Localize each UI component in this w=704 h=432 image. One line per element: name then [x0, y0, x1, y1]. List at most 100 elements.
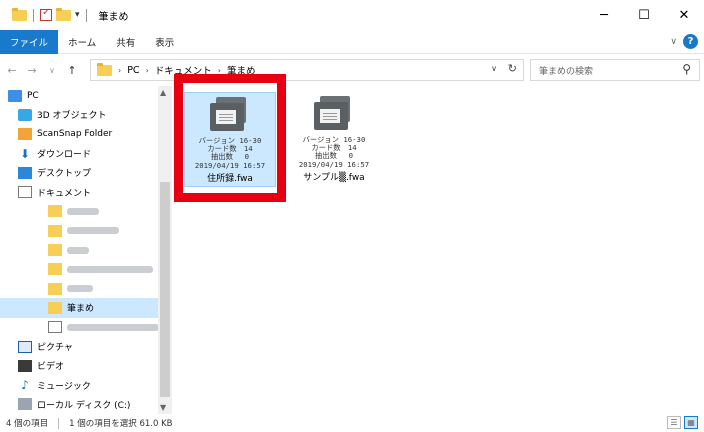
up-arrow-icon[interactable]: ↑ — [64, 64, 80, 77]
selection-info: 1 個の項目を選択 61.0 KB — [69, 419, 173, 429]
scroll-down-icon[interactable]: ▼ — [160, 403, 166, 412]
minimize-button[interactable]: ─ — [584, 0, 624, 30]
folder-icon — [48, 263, 62, 276]
nav-item-folder-blurred[interactable] — [0, 240, 174, 259]
large-icons-view-icon[interactable]: ▦ — [684, 416, 698, 429]
tab-file[interactable]: ファイル — [0, 29, 59, 54]
nav-item-folder-blurred[interactable] — [0, 260, 174, 279]
nav-item-pictures[interactable]: ピクチャ — [0, 337, 174, 356]
breadcrumb-pc[interactable]: PC — [127, 65, 139, 76]
nav-item-label: ピクチャ — [37, 343, 73, 353]
nav-item-folder-blurred[interactable] — [0, 202, 174, 221]
nav-item-label: ビデオ — [37, 362, 65, 373]
expand-ribbon-icon[interactable]: ∨ — [670, 37, 677, 47]
chevron-right-icon[interactable]: › — [118, 66, 121, 75]
blurred-label — [67, 207, 99, 215]
folder-icon — [48, 224, 62, 237]
recent-locations-icon[interactable]: ∨ — [44, 66, 60, 75]
nav-item-fudemame[interactable]: 筆まめ — [0, 298, 158, 318]
title-bar: ▾ 筆まめ ─ ☐ ✕ — [0, 0, 704, 30]
nav-item-downloads[interactable]: ⬇ ダウンロード — [0, 144, 174, 163]
close-button[interactable]: ✕ — [664, 0, 704, 30]
folder-icon — [12, 7, 27, 21]
navigation-pane: PC 3D オブジェクト ScanSnap Folder ⬇ ダウンロード デス… — [0, 86, 174, 414]
chevron-right-icon[interactable]: › — [146, 66, 149, 75]
ribbon-tabs: ファイル ホーム 共有 表示 ∨ ? — [0, 29, 704, 54]
nav-item-label: ダウンロード — [37, 150, 92, 161]
navigation-scrollbar[interactable]: ▲ ▼ — [158, 86, 172, 414]
window-title: 筆まめ — [98, 11, 129, 23]
search-input[interactable]: 筆まめの検索 ⚲ — [530, 59, 700, 81]
nav-item-label: 3D オブジェクト — [37, 111, 107, 122]
nav-item-label: ミュージック — [37, 381, 91, 392]
forward-arrow-icon[interactable]: → — [24, 64, 40, 77]
divider — [85, 8, 87, 22]
highlight-box — [174, 74, 286, 202]
folder-icon — [48, 301, 62, 314]
nav-item-music[interactable]: ♪ ミュージック — [0, 375, 174, 394]
documents-icon — [18, 186, 32, 199]
blurred-label — [67, 285, 93, 293]
tab-share[interactable]: 共有 — [106, 30, 145, 54]
search-placeholder: 筆まめの検索 — [539, 66, 594, 77]
file-name: サンプル▒.fwa — [303, 172, 365, 183]
blurred-label — [67, 323, 159, 331]
details-view-icon[interactable]: ☰ — [667, 416, 681, 429]
cube-icon — [18, 108, 32, 121]
maximize-button[interactable]: ☐ — [624, 0, 664, 30]
videos-icon — [18, 359, 32, 372]
folder-icon — [48, 282, 62, 295]
nav-item-documents[interactable]: ドキュメント — [0, 182, 174, 201]
download-icon: ⬇ — [19, 146, 31, 161]
properties-icon[interactable] — [40, 7, 52, 21]
divider — [33, 8, 34, 22]
file-date: 2019/04/19 16:57 — [298, 159, 370, 169]
folder-icon — [97, 62, 112, 76]
new-folder-icon[interactable] — [56, 7, 71, 21]
file-item-sample[interactable]: バージョン 16-30 カード数 14 抽出数 0 2019/04/19 16:… — [288, 92, 380, 187]
disk-icon — [18, 398, 32, 411]
help-icon[interactable]: ? — [683, 34, 698, 49]
nav-item-videos[interactable]: ビデオ — [0, 356, 174, 375]
refresh-icon[interactable]: ↻ — [508, 62, 517, 75]
nav-item-file-blurred[interactable] — [0, 318, 174, 337]
nav-item-label: PC — [27, 90, 39, 101]
blurred-label — [67, 246, 89, 254]
fudemame-file-icon — [312, 96, 356, 134]
desktop-icon — [18, 166, 32, 179]
address-bar[interactable]: › PC › ドキュメント › 筆まめ ∨ ↻ — [90, 59, 524, 81]
music-icon: ♪ — [21, 378, 29, 393]
nav-item-folder-blurred[interactable] — [0, 279, 174, 298]
nav-item-label: ローカル ディスク (C:) — [37, 400, 131, 411]
customize-quick-access-icon[interactable]: ▾ — [75, 10, 80, 20]
item-count: 4 個の項目 — [6, 419, 49, 429]
scrollbar-thumb[interactable] — [160, 182, 170, 397]
nav-item-label: ドキュメント — [37, 188, 92, 199]
nav-item-scansnap[interactable]: ScanSnap Folder — [0, 125, 174, 144]
quick-access-toolbar: ▾ 筆まめ — [0, 7, 129, 23]
tab-home[interactable]: ホーム — [58, 30, 106, 54]
scansnap-folder-icon — [18, 128, 32, 141]
navigation-row: ← → ∨ ↑ › PC › ドキュメント › 筆まめ ∨ ↻ 筆まめの検索 ⚲ — [0, 56, 704, 84]
nav-item-folder-blurred[interactable] — [0, 221, 174, 240]
nav-item-pc[interactable]: PC — [0, 86, 174, 105]
nav-item-local-disk[interactable]: ローカル ディスク (C:) — [0, 395, 174, 414]
blurred-label — [67, 265, 153, 273]
blurred-label — [67, 227, 119, 235]
divider — [58, 417, 60, 429]
file-icon — [48, 321, 62, 334]
address-dropdown-icon[interactable]: ∨ — [491, 64, 497, 73]
nav-item-label: ScanSnap Folder — [37, 129, 113, 140]
search-icon[interactable]: ⚲ — [682, 62, 691, 76]
folder-icon — [48, 244, 62, 257]
nav-item-label: 筆まめ — [67, 304, 95, 315]
back-arrow-icon[interactable]: ← — [4, 64, 20, 77]
pictures-icon — [18, 340, 32, 353]
folder-icon — [48, 205, 62, 218]
tab-view[interactable]: 表示 — [145, 30, 184, 54]
pc-icon — [8, 89, 22, 102]
status-bar: 4 個の項目 1 個の項目を選択 61.0 KB ☰ ▦ — [0, 414, 704, 432]
nav-item-desktop[interactable]: デスクトップ — [0, 163, 174, 182]
nav-item-3d-objects[interactable]: 3D オブジェクト — [0, 105, 174, 124]
scroll-up-icon[interactable]: ▲ — [160, 88, 166, 97]
